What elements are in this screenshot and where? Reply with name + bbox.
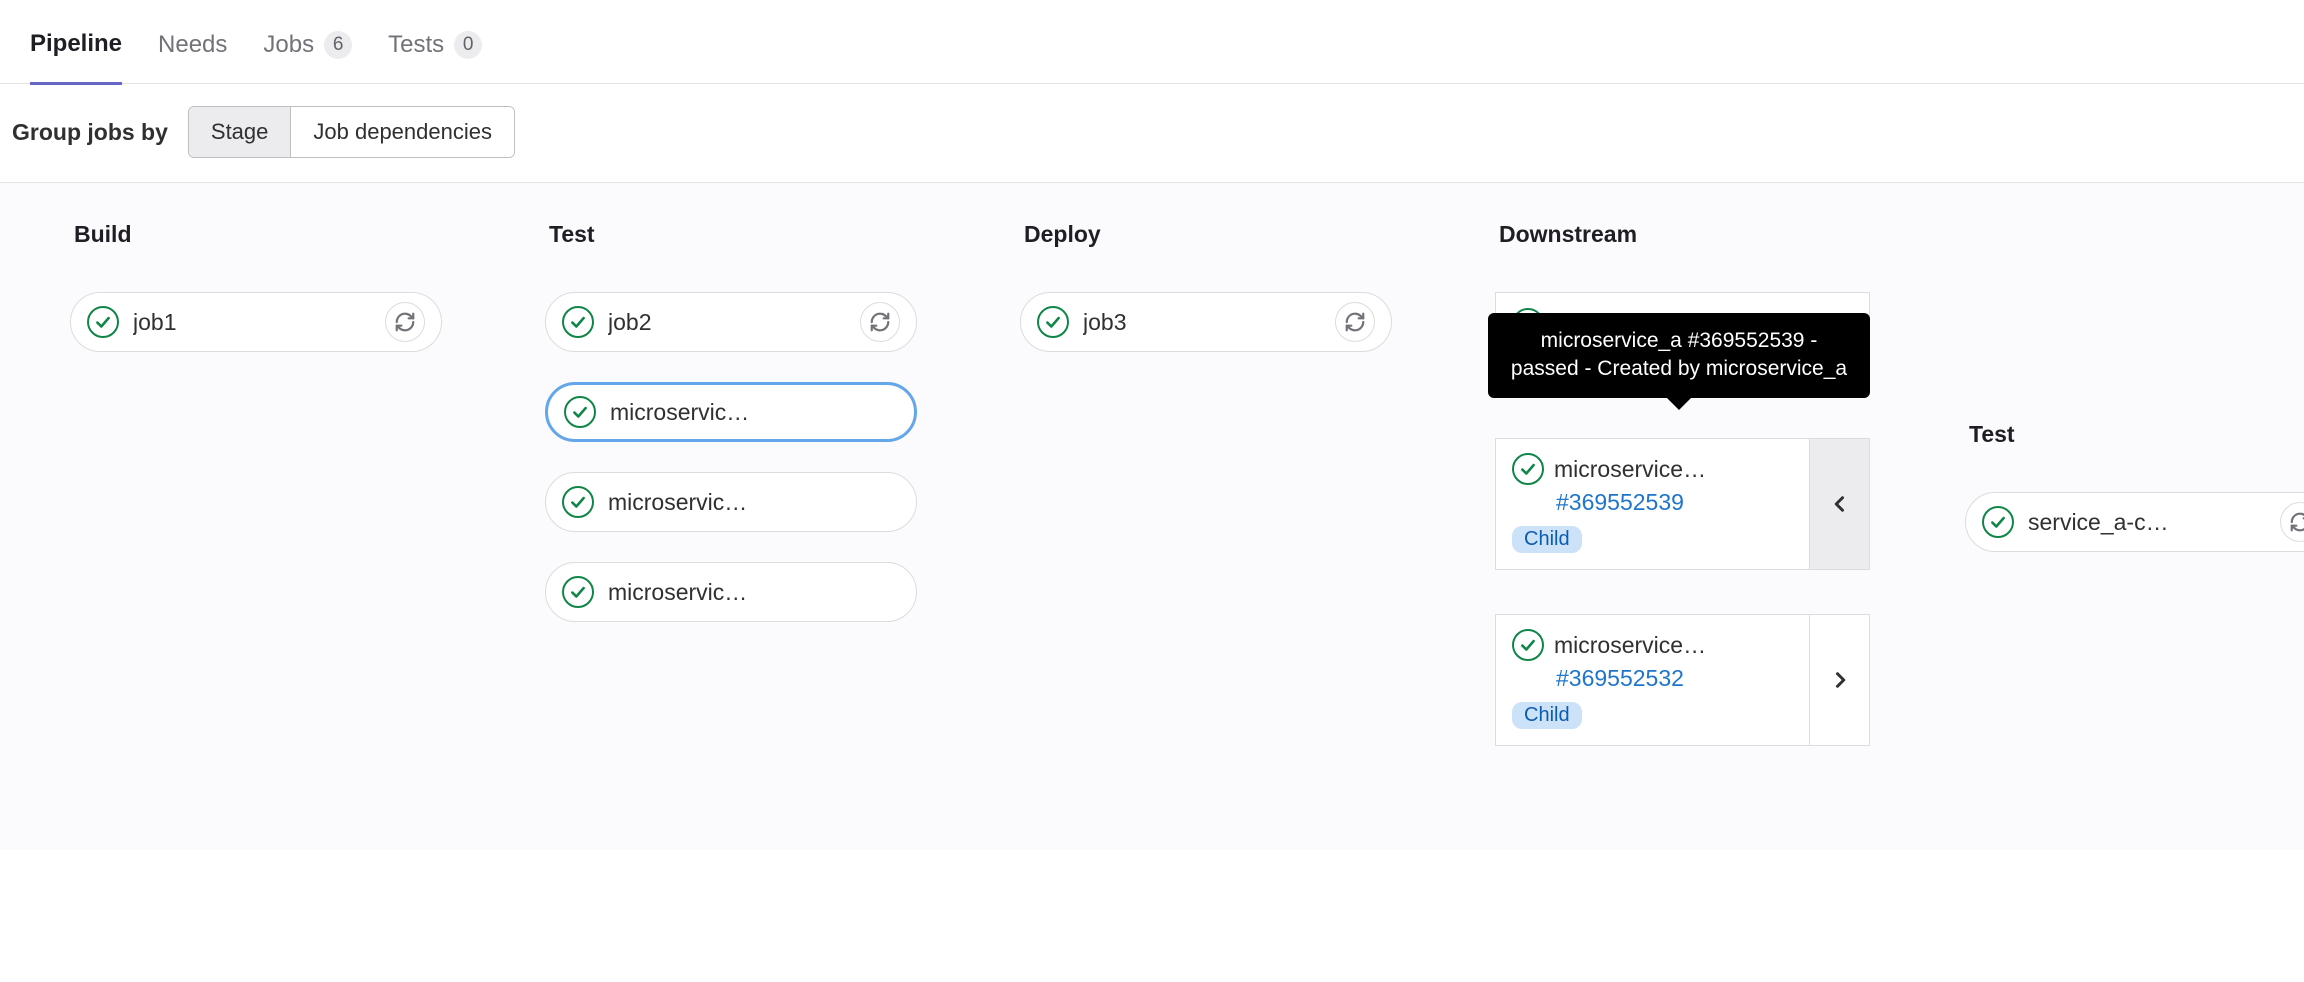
downstream-card[interactable]: microservice… #369552532 Child (1495, 614, 1870, 746)
downstream-name: microservice… (1554, 632, 1706, 659)
child-badge: Child (1512, 526, 1582, 553)
tab-tests[interactable]: Tests 0 (388, 19, 482, 83)
job-name: job2 (608, 309, 846, 336)
job-card[interactable]: microservic… (545, 562, 917, 622)
tab-label: Pipeline (30, 30, 122, 58)
retry-button[interactable] (860, 302, 900, 342)
tab-pipeline[interactable]: Pipeline (30, 18, 122, 85)
pipeline-board: Build job1 Test (0, 183, 2304, 850)
tooltip-text: microservice_a #369552539 - passed - Cre… (1511, 329, 1847, 380)
status-passed-icon (562, 306, 594, 338)
tests-count-badge: 0 (454, 31, 482, 59)
group-jobs-by-label: Group jobs by (12, 119, 168, 146)
stage-title: Test (1969, 421, 2304, 448)
collapse-button[interactable] (1809, 439, 1869, 569)
tab-label: Tests (388, 31, 444, 59)
job-name: job1 (133, 309, 371, 336)
stage-column-downstream: Downstream microservice_a #369552539 - p… (1495, 221, 1925, 790)
retry-button[interactable] (1335, 302, 1375, 342)
job-card[interactable]: job1 (70, 292, 442, 352)
tab-jobs[interactable]: Jobs 6 (263, 19, 352, 83)
job-tooltip: microservice_a #369552539 - passed - Cre… (1488, 313, 1870, 398)
job-name: job3 (1083, 309, 1321, 336)
retry-button[interactable] (385, 302, 425, 342)
tab-label: Jobs (263, 31, 314, 59)
stage-title: Build (74, 221, 545, 248)
group-jobs-by-row: Group jobs by Stage Job dependencies (0, 84, 2304, 183)
tab-needs[interactable]: Needs (158, 19, 227, 83)
job-name: microservic… (608, 489, 900, 516)
status-passed-icon (1037, 306, 1069, 338)
child-badge: Child (1512, 702, 1582, 729)
downstream-card[interactable]: microservice… #369552539 Child (1495, 438, 1870, 570)
job-card[interactable]: job2 (545, 292, 917, 352)
status-passed-icon (562, 486, 594, 518)
status-passed-icon (1512, 453, 1544, 485)
status-passed-icon (562, 576, 594, 608)
status-passed-icon (87, 306, 119, 338)
job-card[interactable]: microservic… (545, 472, 917, 532)
child-pipeline-column: Test service_a-c… (1965, 221, 2304, 790)
stage-title: Test (549, 221, 1020, 248)
status-passed-icon (1512, 629, 1544, 661)
job-card[interactable]: service_a-c… (1965, 492, 2304, 552)
group-by-dependencies-button[interactable]: Job dependencies (290, 107, 514, 157)
job-name: service_a-c… (2028, 509, 2266, 536)
group-jobs-by-segmented: Stage Job dependencies (188, 106, 515, 158)
stage-title: Deploy (1024, 221, 1495, 248)
stage-column-build: Build job1 (70, 221, 545, 790)
retry-button[interactable] (2280, 502, 2304, 542)
job-name: microservic… (610, 399, 898, 426)
stage-title: Downstream (1499, 221, 1925, 248)
pipeline-tabs: Pipeline Needs Jobs 6 Tests 0 (0, 0, 2304, 84)
job-name: microservic… (608, 579, 900, 606)
downstream-pipeline-link[interactable]: #369552532 (1556, 665, 1793, 692)
expand-button[interactable] (1809, 615, 1869, 745)
status-passed-icon (1982, 506, 2014, 538)
stage-column-deploy: Deploy job3 (1020, 221, 1495, 790)
tab-label: Needs (158, 31, 227, 59)
downstream-pipeline-link[interactable]: #369552539 (1556, 489, 1793, 516)
jobs-count-badge: 6 (324, 31, 352, 59)
job-card[interactable]: microservic… (545, 382, 917, 442)
downstream-name: microservice… (1554, 456, 1706, 483)
stage-column-test: Test job2 microservic… (545, 221, 1020, 790)
group-by-stage-button[interactable]: Stage (189, 107, 291, 157)
job-card[interactable]: job3 (1020, 292, 1392, 352)
status-passed-icon (564, 396, 596, 428)
